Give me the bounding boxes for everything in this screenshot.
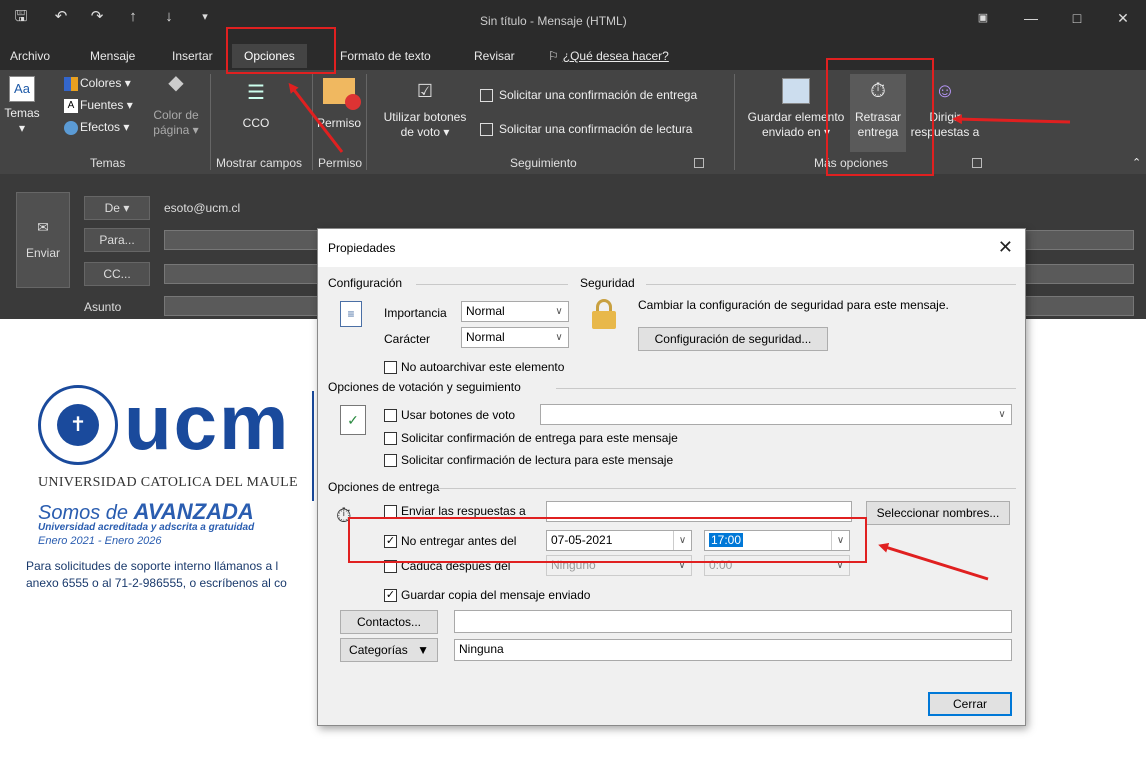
annotation-arrows bbox=[288, 82, 1071, 581]
annotation-arrow-1 bbox=[288, 82, 344, 153]
annotation-arrow-3 bbox=[878, 543, 989, 581]
annotation-arrow-2 bbox=[952, 114, 1071, 125]
